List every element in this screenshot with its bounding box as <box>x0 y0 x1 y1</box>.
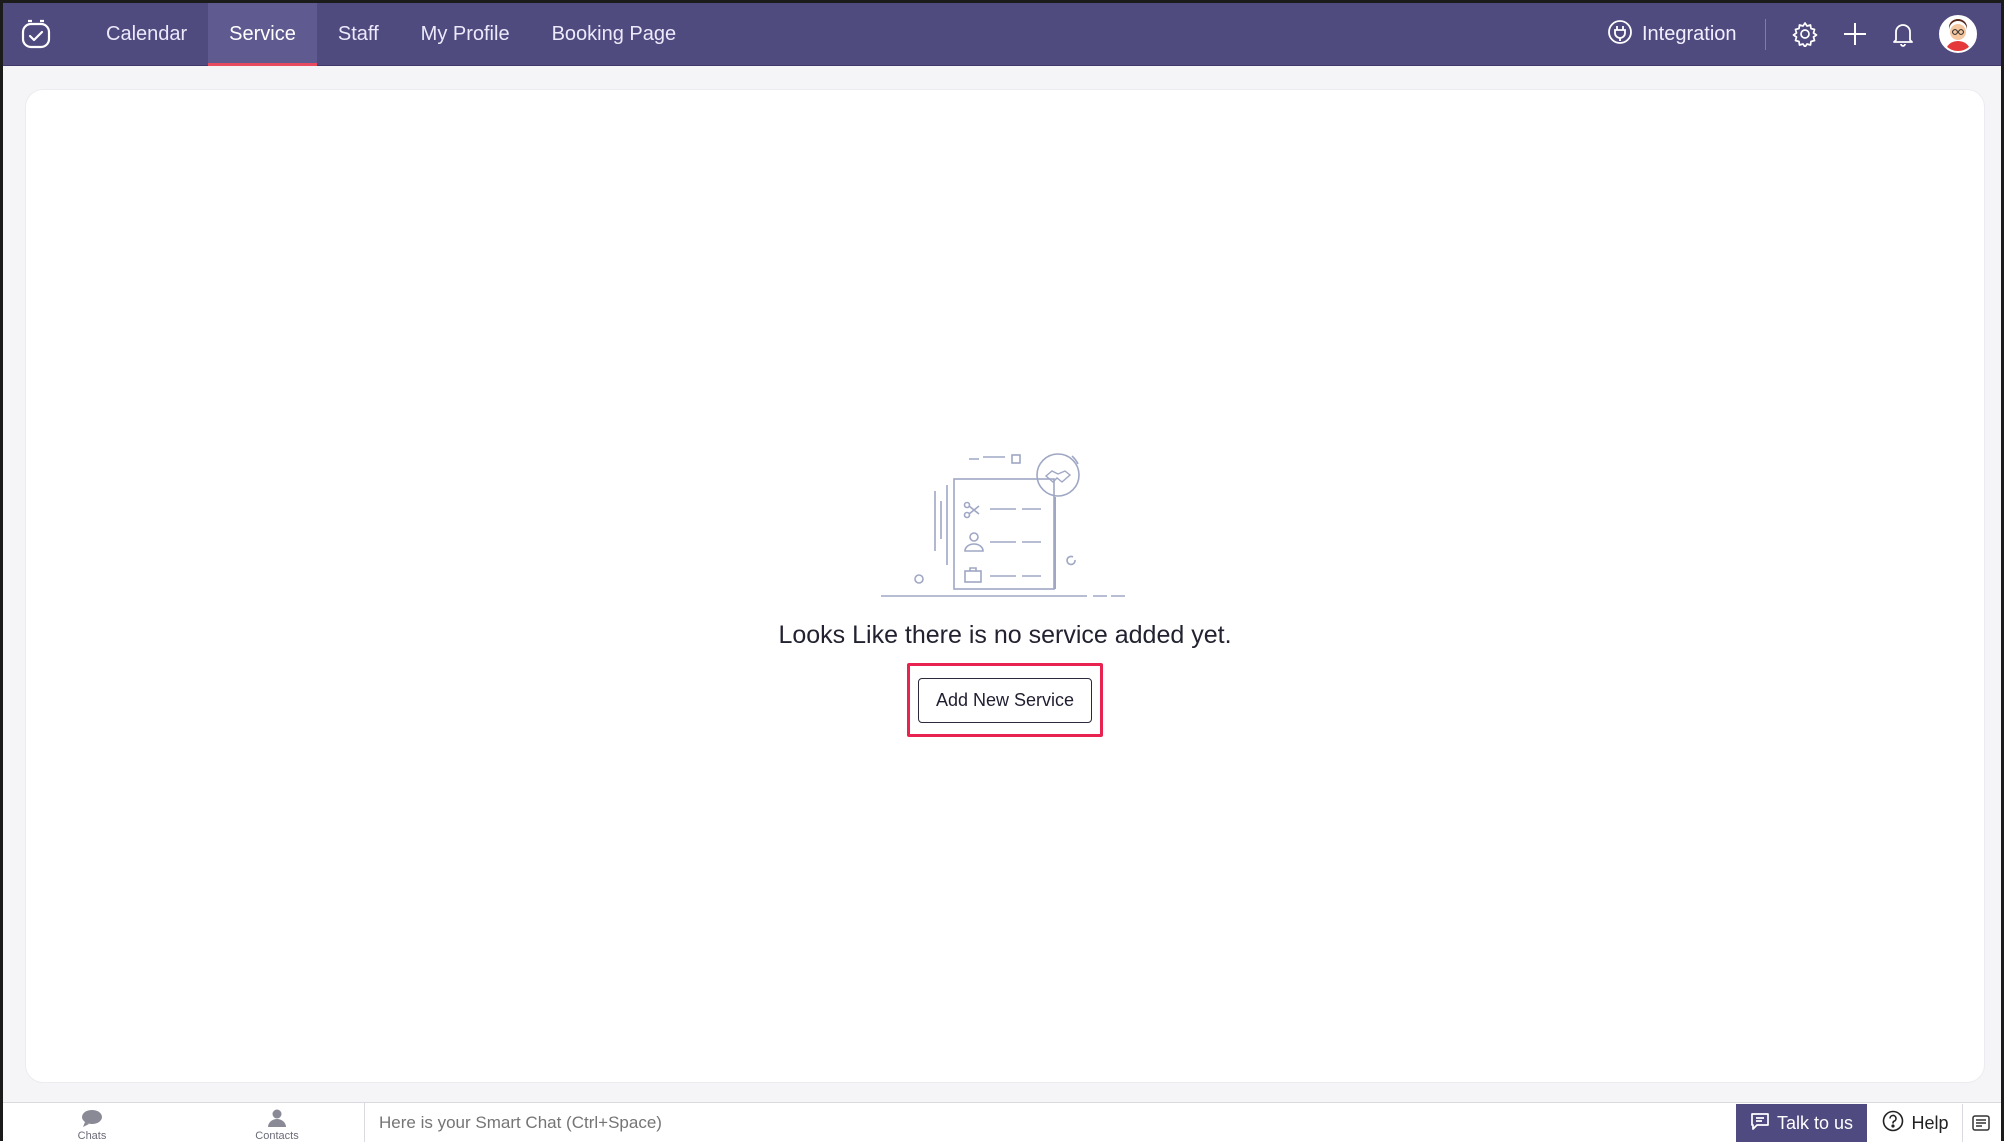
topbar-divider <box>1765 19 1766 50</box>
tab-my-profile[interactable]: My Profile <box>400 3 531 66</box>
chats-button[interactable]: Chats <box>57 1109 127 1142</box>
integration-button[interactable]: Integration <box>1607 3 1737 66</box>
avatar[interactable] <box>1939 15 1977 53</box>
help-label: Help <box>1911 1112 1949 1133</box>
chats-label: Chats <box>77 1130 107 1142</box>
message-icon <box>1750 1111 1770 1136</box>
chat-bubble-icon <box>81 1109 103 1130</box>
contact-person-icon <box>267 1109 287 1130</box>
talk-to-us-label: Talk to us <box>1776 1112 1854 1133</box>
question-circle-icon <box>1882 1110 1904 1137</box>
main-nav-tabs: Calendar Service Staff My Profile Bookin… <box>85 3 697 66</box>
add-new-service-button[interactable]: Add New Service <box>918 678 1092 723</box>
plus-icon[interactable] <box>1841 20 1869 48</box>
chat-window-icon[interactable] <box>1969 1111 1993 1135</box>
bottom-bar: Chats Contacts Talk to us <box>3 1102 2001 1142</box>
tab-staff[interactable]: Staff <box>317 3 400 66</box>
plug-icon <box>1607 19 1633 51</box>
tab-booking-page[interactable]: Booking Page <box>531 3 698 66</box>
top-navigation-bar: Calendar Service Staff My Profile Bookin… <box>3 3 2001 66</box>
empty-state-message: Looks Like there is no service added yet… <box>778 621 1232 649</box>
talk-to-us-button[interactable]: Talk to us <box>1736 1104 1867 1142</box>
tab-service[interactable]: Service <box>208 3 317 66</box>
smart-chat-input[interactable] <box>379 1103 1729 1142</box>
contacts-button[interactable]: Contacts <box>242 1109 312 1142</box>
empty-service-illustration <box>879 449 1129 599</box>
bell-icon[interactable] <box>1889 20 1917 48</box>
help-button[interactable]: Help <box>1869 1104 1963 1142</box>
app-window: Calendar Service Staff My Profile Bookin… <box>0 0 2004 1142</box>
app-logo-icon[interactable] <box>17 15 55 53</box>
integration-label: Integration <box>1642 23 1737 45</box>
settings-gear-icon[interactable] <box>1791 20 1819 48</box>
contacts-label: Contacts <box>255 1130 299 1142</box>
bottom-divider <box>364 1103 365 1142</box>
tab-calendar[interactable]: Calendar <box>85 3 208 66</box>
